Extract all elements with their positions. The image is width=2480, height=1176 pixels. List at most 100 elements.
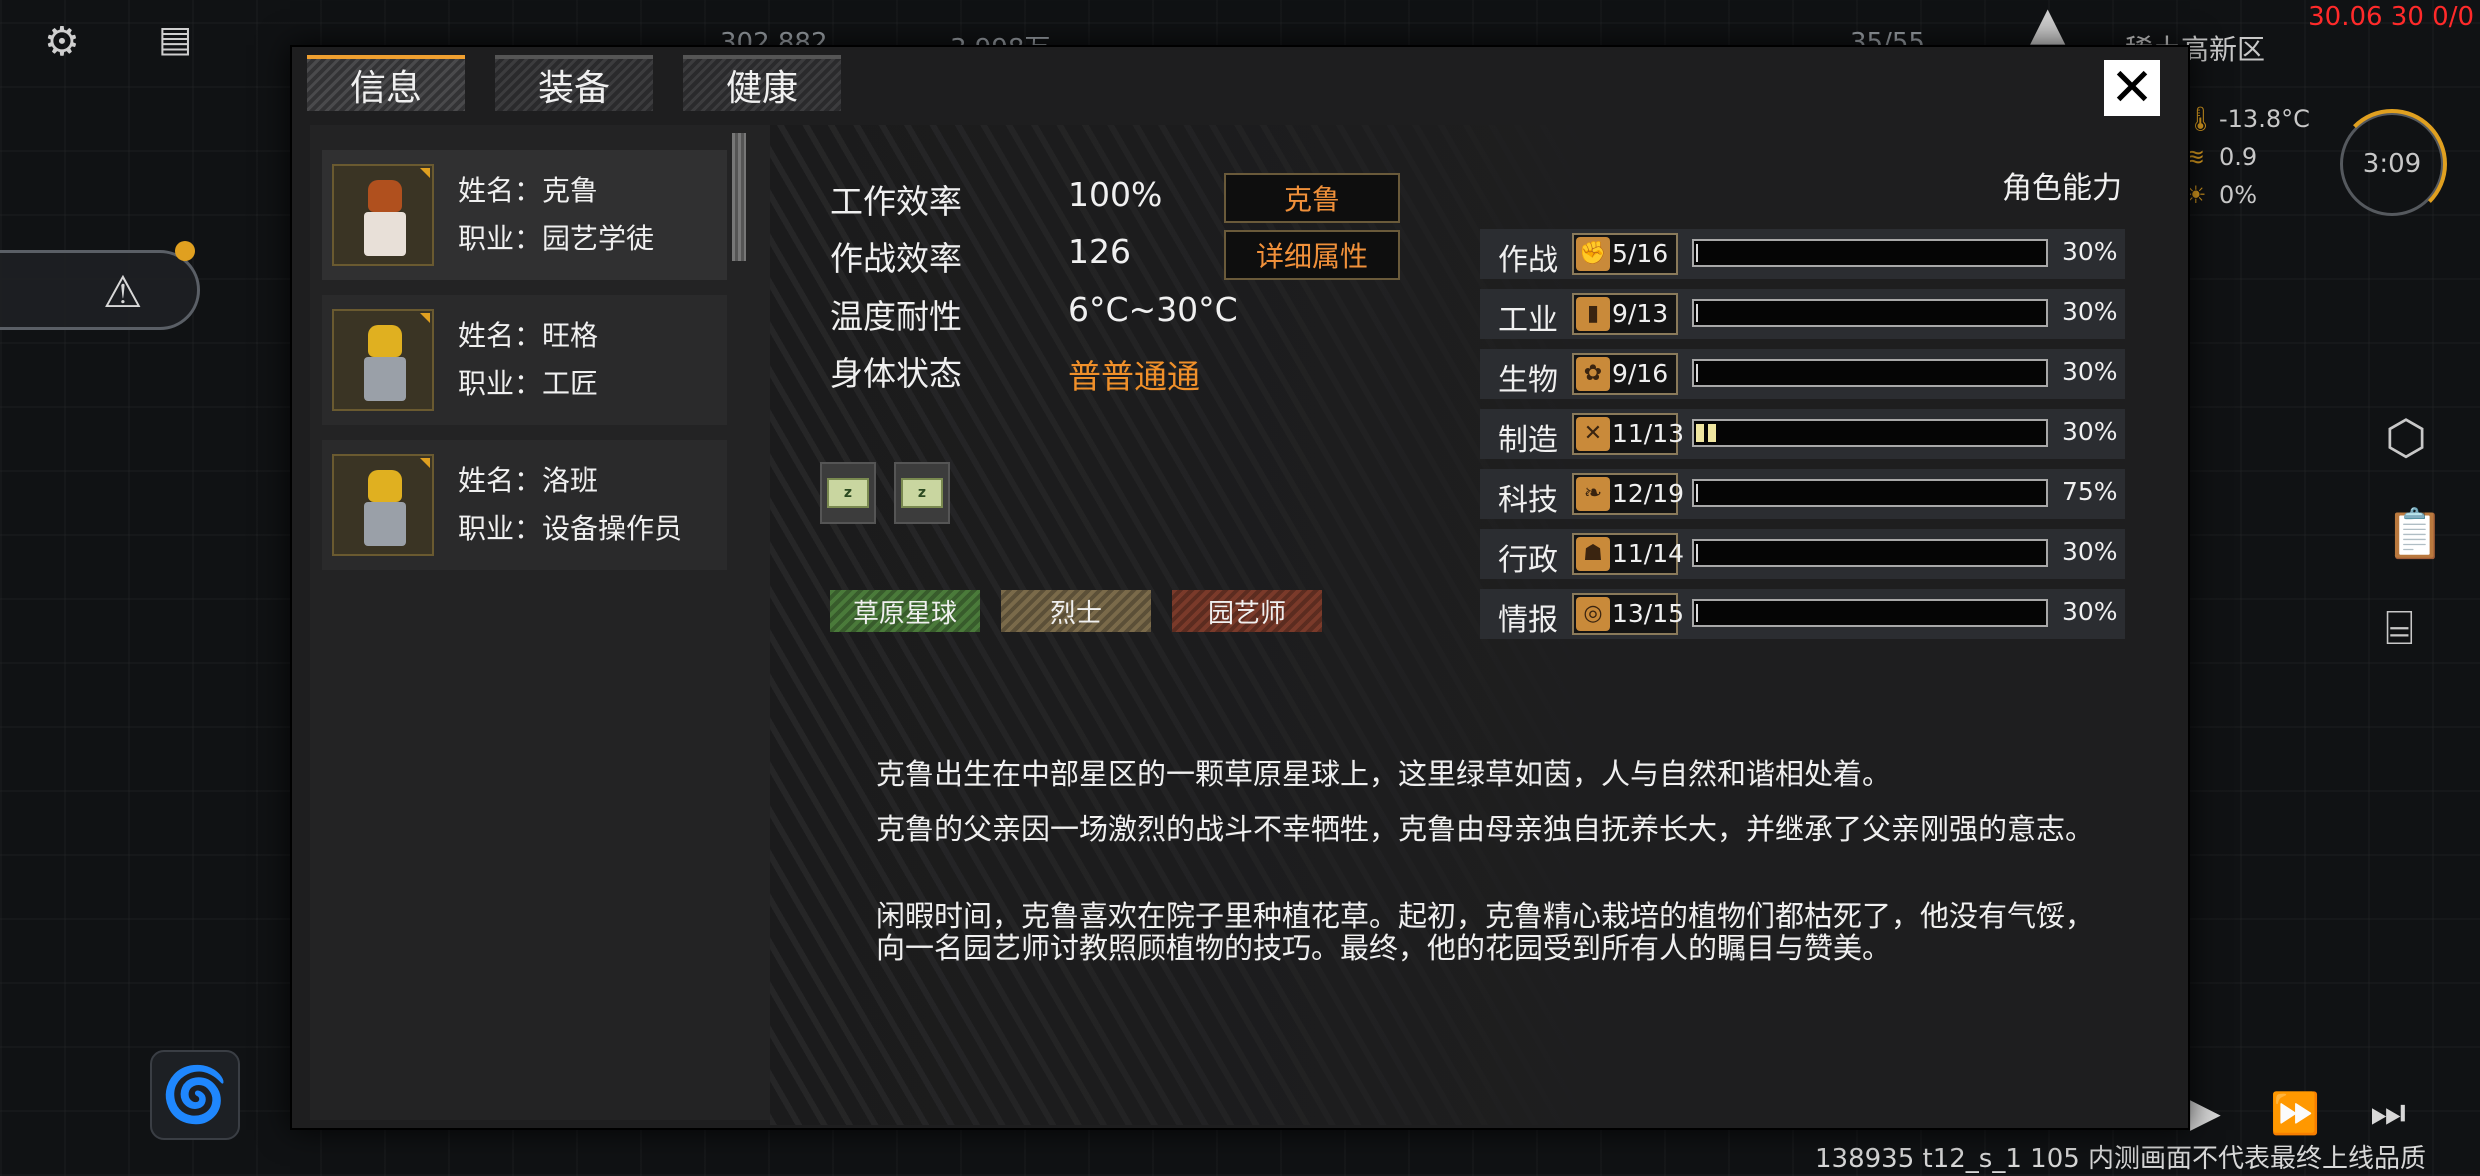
list-scrollbar[interactable] — [732, 133, 746, 261]
ability-percent: 30% — [2062, 597, 2118, 626]
ability-progress-bar — [1692, 599, 2048, 627]
ability-progress-fill — [1696, 604, 1698, 622]
cube-icon[interactable]: ⬡ — [2385, 410, 2427, 466]
avatar-helmet — [368, 470, 402, 502]
ability-level: 13/15 — [1612, 599, 1685, 628]
avatar — [332, 164, 434, 266]
ability-progress-bar — [1692, 539, 2048, 567]
avatar — [332, 454, 434, 556]
sleep-buff-1[interactable]: z — [820, 462, 876, 524]
version-text: 138935 t12_s_1 105 内测画面不代表最终上线品质 — [1815, 1144, 2427, 1174]
ability-name: 科技 — [1498, 483, 1558, 518]
stat-label-temp: 温度耐性 — [830, 297, 962, 336]
ability-level-badge: ◎ 13/15 — [1572, 593, 1684, 635]
stat-label-body: 身体状态 — [830, 354, 962, 393]
character-name: 姓名：洛班 — [458, 464, 599, 497]
detail-attributes-button[interactable]: 详细属性 — [1224, 230, 1400, 280]
game-screen: ⚙ ▤ 302,882 3,998万 35/55 ▲ 稀土高新区 30.06 3… — [0, 0, 2480, 1176]
fps-counter: 30.06 30 0/0 — [2308, 2, 2474, 32]
stat-label-combat: 作战效率 — [830, 239, 962, 278]
ability-level: 12/19 — [1612, 479, 1685, 508]
ability-level: 11/13 — [1612, 419, 1685, 448]
weather-panel: 🌡 -13.8°C ≋ 0.9 ☀ 0% — [2185, 100, 2310, 214]
ability-name: 行政 — [1498, 543, 1558, 578]
ability-percent: 30% — [2062, 297, 2118, 326]
clipboard-icon[interactable]: 📋 — [2385, 505, 2445, 562]
ability-icon: ✿ — [1576, 357, 1610, 391]
temperature-value: -13.8°C — [2219, 105, 2310, 133]
ability-progress-fill — [1696, 544, 1698, 562]
sleep-buff-2[interactable]: z — [894, 462, 950, 524]
dialog-tabs: 信息 装备 健康 — [307, 55, 841, 115]
ability-row-1[interactable]: 工业 ▮ 9/13 30% — [1480, 289, 2125, 339]
ability-percent: 30% — [2062, 237, 2118, 266]
ability-row-6[interactable]: 情报 ◎ 13/15 30% — [1480, 589, 2125, 639]
chat-icon[interactable]: ▤ — [158, 22, 192, 58]
ability-progress-fill — [1696, 244, 1698, 262]
character-name: 姓名：克鲁 — [458, 174, 599, 207]
play-speed-2-icon[interactable]: ⏩ — [2270, 1090, 2320, 1137]
ability-level: 5/16 — [1612, 239, 1669, 268]
character-card-1[interactable]: 姓名：旺格 职业：工匠 — [322, 295, 727, 425]
play-speed-1-icon[interactable]: ▶ — [2190, 1090, 2221, 1136]
ability-percent: 30% — [2062, 417, 2118, 446]
wind-value: 0.9 — [2219, 143, 2258, 171]
bio-paragraph-2: 克鲁的父亲因一场激烈的战斗不幸牺牲，克鲁由母亲独自抚养长大，并继承了父亲刚强的意… — [876, 812, 2095, 846]
tab-health[interactable]: 健康 — [683, 55, 841, 111]
bio-paragraph-3: 闲暇时间，克鲁喜欢在院子里种植花草。起初，克鲁精心栽培的植物们都枯死了，他没有气… — [876, 899, 2095, 965]
character-job: 职业：园艺学徒 — [458, 222, 655, 255]
character-job: 职业：工匠 — [458, 367, 599, 400]
sun-value: 0% — [2219, 181, 2258, 209]
ability-progress-bar — [1692, 359, 2048, 387]
avatar-hair — [368, 180, 402, 212]
ability-row-5[interactable]: 行政 ☗ 11/14 30% — [1480, 529, 2125, 579]
character-name: 姓名：旺格 — [458, 319, 599, 352]
character-card-2[interactable]: 姓名：洛班 职业：设备操作员 — [322, 440, 727, 570]
character-job: 职业：设备操作员 — [458, 512, 683, 545]
ability-level-badge: ✿ 9/16 — [1572, 353, 1678, 395]
warning-icon: ⚠ — [103, 267, 143, 318]
ability-icon: ◎ — [1576, 597, 1610, 631]
trait-tag-gardener[interactable]: 园艺师 — [1172, 590, 1322, 632]
close-button[interactable]: ✕ — [2104, 60, 2160, 116]
ability-progress-bar — [1692, 479, 2048, 507]
ship-icon: ▲ — [2030, 0, 2066, 50]
ability-icon: ☗ — [1576, 537, 1610, 571]
galaxy-icon[interactable]: 🌀 — [150, 1050, 240, 1140]
stat-value-work: 100% — [1068, 175, 1163, 214]
ability-row-2[interactable]: 生物 ✿ 9/16 30% — [1480, 349, 2125, 399]
trait-tag-grassland[interactable]: 草原星球 — [830, 590, 980, 632]
ability-row-0[interactable]: 作战 ✊ 5/16 30% — [1480, 229, 2125, 279]
ability-percent: 75% — [2062, 477, 2118, 506]
ability-name: 情报 — [1498, 603, 1558, 638]
clock-label: 3:09 — [2362, 149, 2422, 179]
trait-tag-martyr[interactable]: 烈士 — [1001, 590, 1151, 632]
ability-icon: ▮ — [1576, 297, 1610, 331]
ability-name: 制造 — [1498, 423, 1558, 458]
bio-paragraph-1: 克鲁出生在中部星区的一颗草原星球上，这里绿草如茵，人与自然和谐相处着。 — [876, 757, 1892, 791]
ability-icon: ✕ — [1576, 417, 1610, 451]
character-card-0[interactable]: 姓名：克鲁 职业：园艺学徒 — [322, 150, 727, 280]
tab-info[interactable]: 信息 — [307, 55, 465, 111]
sun-icon: ☀ — [2185, 181, 2207, 209]
ability-progress-fill — [1696, 484, 1698, 502]
rename-button[interactable]: 克鲁 — [1224, 173, 1400, 223]
sleep-zzz-icon: z — [827, 478, 869, 508]
stat-value-combat: 126 — [1068, 232, 1131, 271]
ability-row-4[interactable]: 科技 ❧ 12/19 75% — [1480, 469, 2125, 519]
ability-progress-fill — [1696, 364, 1698, 382]
ability-progress-bar — [1692, 239, 2048, 267]
character-list: 姓名：克鲁 职业：园艺学徒 姓名：旺格 职业：工匠 姓名：洛班 职业：设备操作员 — [310, 125, 780, 1120]
ability-progress-bar — [1692, 299, 2048, 327]
ability-row-3[interactable]: 制造 ✕ 11/13 30% — [1480, 409, 2125, 459]
sleep-zzz-icon: z — [901, 478, 943, 508]
tab-equipment[interactable]: 装备 — [495, 55, 653, 111]
ability-name: 工业 — [1498, 303, 1558, 338]
avatar-body — [364, 212, 406, 256]
avatar — [332, 309, 434, 411]
alert-button[interactable]: ⚠ — [0, 250, 200, 330]
play-speed-3-icon[interactable]: ⏭ — [2370, 1090, 2406, 1136]
scan-icon[interactable]: ⌸ — [2385, 600, 2414, 657]
settings-gear-icon[interactable]: ⚙ — [44, 22, 80, 62]
game-clock[interactable]: 3:09 — [2337, 109, 2447, 219]
